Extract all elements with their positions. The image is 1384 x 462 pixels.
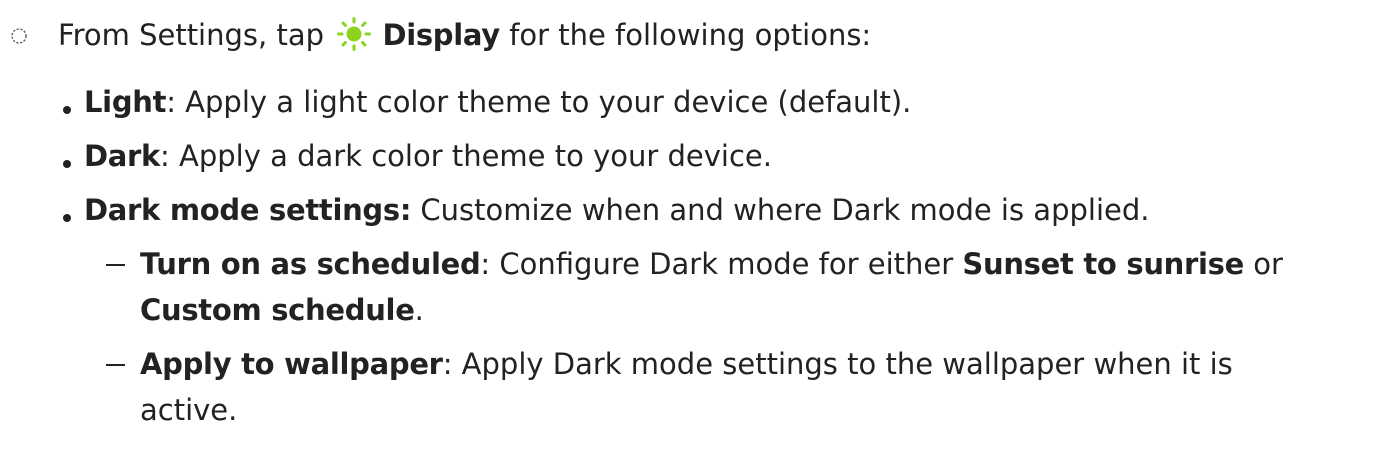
sub-list-item-term: Apply to wallpaper bbox=[140, 347, 443, 381]
sub-list-item-text2: or bbox=[1243, 247, 1283, 281]
step-instruction: From Settings, tap Display for the follo… bbox=[58, 15, 871, 55]
list-item: Light: Apply a light color theme to your… bbox=[84, 82, 911, 122]
sub-list-item-term3: Custom schedule bbox=[140, 293, 415, 327]
list-item-text: Customize when and where Dark mode is ap… bbox=[411, 193, 1150, 227]
list-item-term: Light bbox=[84, 85, 167, 119]
sub-list-item: Turn on as scheduled: Configure Dark mod… bbox=[140, 244, 1283, 284]
sub-list-item: Apply to wallpaper: Apply Dark mode sett… bbox=[140, 344, 1233, 384]
sub-list-item-term2: Sunset to sunrise bbox=[962, 247, 1244, 281]
bullet-dot bbox=[63, 214, 71, 222]
step-prefix: From Settings, tap bbox=[58, 18, 324, 52]
step-suffix: for the following options: bbox=[509, 18, 872, 52]
sub-bullet-dash bbox=[106, 264, 125, 266]
bullet-dot bbox=[63, 160, 71, 168]
sub-list-item-continuation: Custom schedule. bbox=[140, 290, 424, 330]
list-item: Dark: Apply a dark color theme to your d… bbox=[84, 136, 772, 176]
sub-list-item-continuation: active. bbox=[140, 390, 237, 430]
sub-bullet-dash bbox=[106, 364, 125, 366]
list-item-term: Dark mode settings: bbox=[84, 193, 412, 227]
bullet-dot bbox=[63, 106, 71, 114]
list-item-term: Dark bbox=[84, 139, 161, 173]
list-item-text: : Apply a dark color theme to your devic… bbox=[160, 139, 772, 173]
list-item: Dark mode settings: Customize when and w… bbox=[84, 190, 1149, 230]
list-item-text: : Apply a light color theme to your devi… bbox=[166, 85, 912, 119]
sub-list-item-text: : Configure Dark mode for either bbox=[480, 247, 963, 281]
sun-icon bbox=[337, 17, 372, 51]
sub-list-item-text3: active. bbox=[140, 393, 238, 427]
sub-list-item-term: Turn on as scheduled bbox=[140, 247, 481, 281]
sub-list-item-text: : Apply Dark mode settings to the wallpa… bbox=[442, 347, 1233, 381]
step-target: Display bbox=[382, 18, 500, 52]
step-circle-icon bbox=[11, 28, 27, 44]
sub-list-item-text3: . bbox=[414, 293, 424, 327]
